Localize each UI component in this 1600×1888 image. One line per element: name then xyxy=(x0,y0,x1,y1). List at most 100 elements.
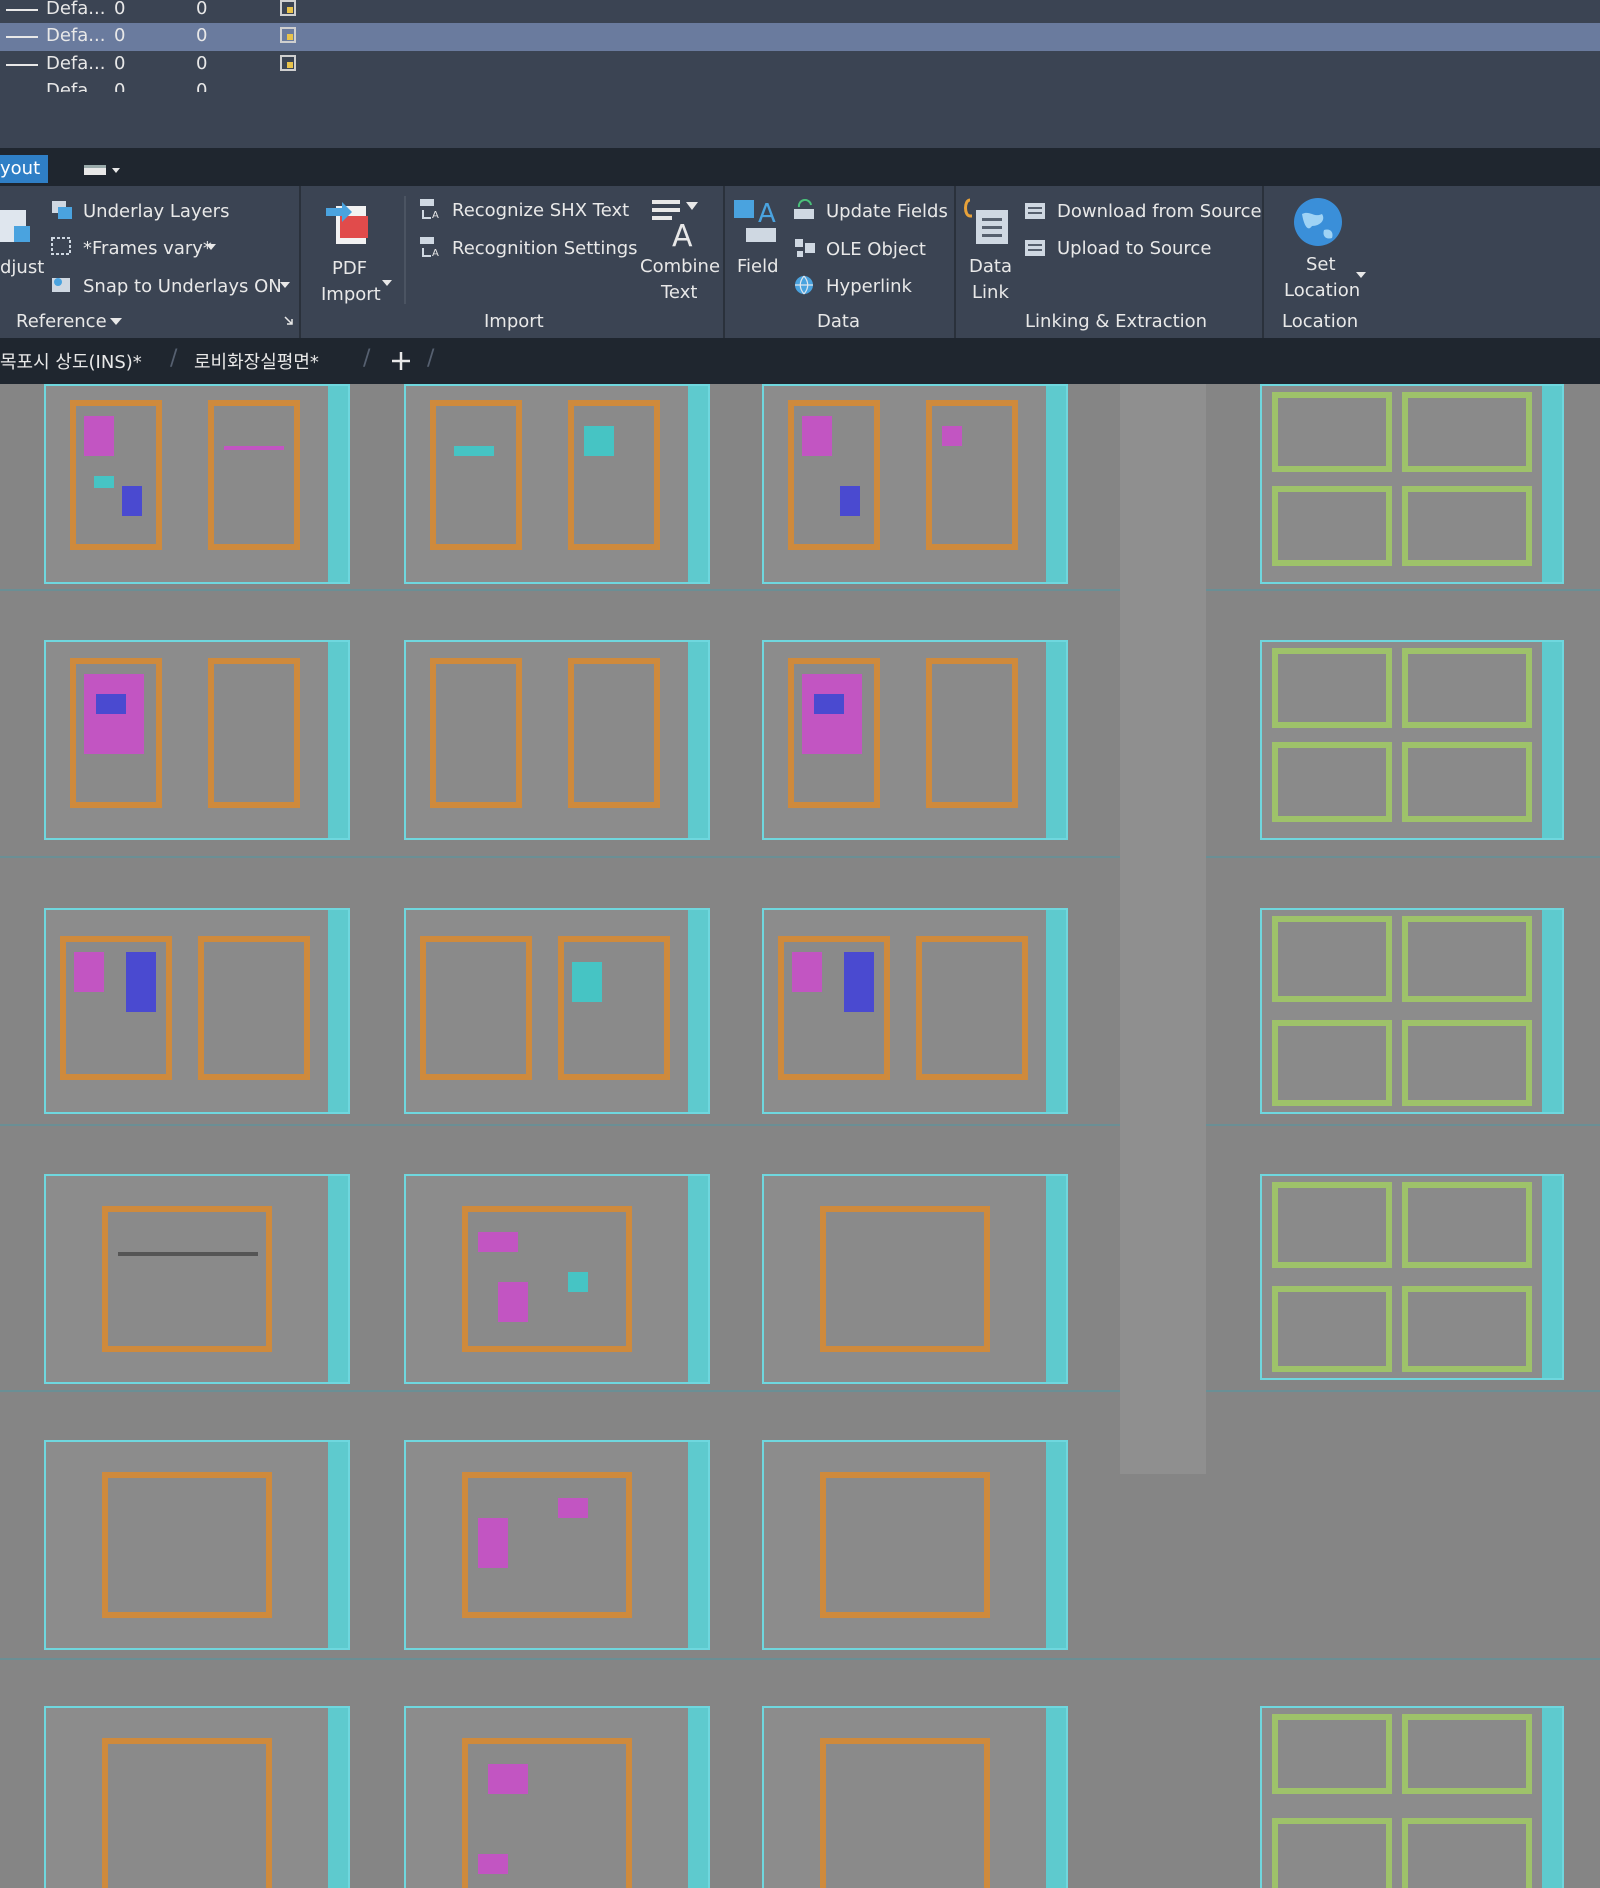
doc-tab-mokpo[interactable]: 목포시 상도(INS)* xyxy=(0,348,142,374)
location-group-label: Location xyxy=(1282,311,1359,332)
sheet-border xyxy=(328,1442,348,1648)
reference-group-label[interactable]: Reference xyxy=(16,311,107,332)
chevron-down-icon[interactable] xyxy=(206,244,216,252)
sheet-border xyxy=(1542,642,1562,838)
chevron-down-icon[interactable] xyxy=(280,282,290,290)
chevron-down-icon[interactable] xyxy=(110,318,122,326)
sheet-border xyxy=(328,1708,348,1888)
drawing-sheet[interactable] xyxy=(762,1174,1068,1384)
layer-row-partial[interactable]: Defa... 0 0 xyxy=(0,78,1600,92)
sheet-border xyxy=(328,642,348,838)
download-from-source-button[interactable]: Download from Source xyxy=(1057,201,1262,222)
import-group-label: Import xyxy=(484,311,544,332)
pdf-import-button-label[interactable]: Import xyxy=(321,284,381,305)
layer-value: 0 xyxy=(196,53,208,74)
floor-plan xyxy=(102,1738,272,1888)
adjust-button[interactable]: djust xyxy=(0,257,44,278)
floor-plan xyxy=(820,1206,990,1352)
pdf-import-button[interactable]: PDF xyxy=(332,258,367,279)
layer-value: 0 xyxy=(114,0,126,19)
floor-plan xyxy=(1272,392,1392,472)
drawing-sheet[interactable] xyxy=(404,384,710,584)
drawing-sheet[interactable] xyxy=(762,908,1068,1114)
drawing-sheet[interactable] xyxy=(44,640,350,840)
hyperlink-button[interactable]: Hyperlink xyxy=(826,276,912,297)
download-source-icon xyxy=(1025,203,1045,219)
field-icon: A xyxy=(734,199,776,242)
linetype-swatch xyxy=(6,36,38,38)
drawing-sheet[interactable] xyxy=(44,1706,350,1888)
chevron-down-icon[interactable] xyxy=(1356,272,1366,280)
workspace-menu-button[interactable] xyxy=(84,162,124,176)
upload-to-source-button[interactable]: Upload to Source xyxy=(1057,238,1211,259)
drawing-sheet[interactable] xyxy=(404,1440,710,1650)
ole-object-icon xyxy=(795,239,815,257)
sheet-border xyxy=(1542,386,1562,582)
plot-style-icon[interactable] xyxy=(280,55,296,71)
drawing-sheet[interactable] xyxy=(762,640,1068,840)
recognition-settings-button[interactable]: Recognition Settings xyxy=(452,238,638,259)
drawing-sheet[interactable] xyxy=(762,1706,1068,1888)
grid-band xyxy=(0,1390,1600,1392)
drawing-sheet[interactable] xyxy=(404,1174,710,1384)
field-button[interactable]: Field xyxy=(737,256,779,277)
recognition-settings-icon: A xyxy=(420,237,439,258)
floor-plan xyxy=(568,400,660,550)
drawing-sheet[interactable] xyxy=(1260,640,1564,840)
ole-object-button[interactable]: OLE Object xyxy=(826,239,926,260)
drawing-sheet[interactable] xyxy=(404,908,710,1114)
data-link-button-label[interactable]: Link xyxy=(972,282,1009,303)
snap-to-underlays-dropdown[interactable]: Snap to Underlays ON xyxy=(83,276,282,297)
drawing-sheet[interactable] xyxy=(44,908,350,1114)
drawing-sheet[interactable] xyxy=(404,1706,710,1888)
plot-style-icon[interactable] xyxy=(280,27,296,43)
floor-plan xyxy=(1272,742,1392,822)
combine-text-button-label[interactable]: Text xyxy=(661,282,697,303)
drawing-canvas[interactable] xyxy=(0,384,1600,1888)
underlay-layers-button[interactable]: Underlay Layers xyxy=(83,201,229,222)
tab-layout[interactable]: yout xyxy=(0,155,48,183)
drawing-sheet[interactable] xyxy=(44,1174,350,1384)
floor-plan xyxy=(208,658,300,808)
drawing-sheet[interactable] xyxy=(1260,908,1564,1114)
set-location-button-label[interactable]: Location xyxy=(1284,280,1360,301)
frames-icon xyxy=(51,237,71,255)
drawing-sheet[interactable] xyxy=(44,384,350,584)
data-link-icon xyxy=(964,198,1008,244)
drawing-sheet[interactable] xyxy=(1260,384,1564,584)
floor-plan xyxy=(462,1206,632,1352)
svg-text:A: A xyxy=(432,210,439,220)
drawing-sheet[interactable] xyxy=(44,1440,350,1650)
data-link-button[interactable]: Data xyxy=(969,256,1012,277)
layer-row-selected[interactable]: Defa... 0 0 xyxy=(0,23,1600,51)
svg-text:A: A xyxy=(432,248,439,258)
drawing-sheet[interactable] xyxy=(1260,1706,1564,1888)
new-tab-plus-icon[interactable] xyxy=(390,350,412,372)
plot-style-icon[interactable] xyxy=(280,0,296,16)
drawing-sheet[interactable] xyxy=(762,384,1068,584)
sheet-border xyxy=(1046,910,1066,1112)
doc-tab-lobby-restroom[interactable]: 로비화장실평면* xyxy=(194,348,319,374)
layer-value: 0 xyxy=(114,80,126,92)
chevron-down-icon[interactable] xyxy=(382,280,392,288)
floor-plan xyxy=(1402,1020,1532,1106)
set-location-button[interactable]: Set xyxy=(1306,254,1336,275)
floor-plan xyxy=(1272,1818,1392,1888)
layer-row[interactable]: Defa... 0 0 xyxy=(0,0,1600,24)
recognize-shx-text-button[interactable]: Recognize SHX Text xyxy=(452,200,629,221)
ribbon-subseparator xyxy=(404,196,406,304)
floor-plan xyxy=(1272,1182,1392,1268)
floor-plan xyxy=(1272,648,1392,728)
drawing-sheet[interactable] xyxy=(1260,1174,1564,1380)
floor-plan xyxy=(1402,1286,1532,1372)
combine-text-button[interactable]: Combine xyxy=(640,256,720,277)
recognize-shx-icon: A xyxy=(420,199,439,220)
sheet-border xyxy=(1046,1176,1066,1382)
layer-row[interactable]: Defa... 0 0 xyxy=(0,51,1600,79)
dialog-launcher-icon[interactable] xyxy=(284,316,294,326)
sheet-border xyxy=(688,386,708,582)
drawing-sheet[interactable] xyxy=(404,640,710,840)
frames-vary-dropdown[interactable]: *Frames vary* xyxy=(83,238,212,259)
update-fields-button[interactable]: Update Fields xyxy=(826,201,948,222)
drawing-sheet[interactable] xyxy=(762,1440,1068,1650)
